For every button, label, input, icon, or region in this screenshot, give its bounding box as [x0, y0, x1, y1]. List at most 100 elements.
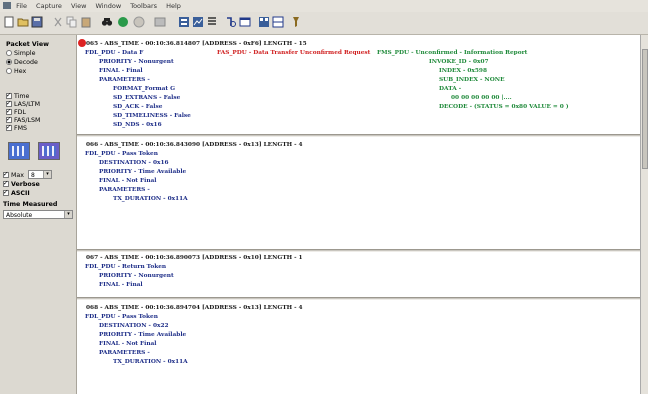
- verbose-label: Verbose: [11, 181, 40, 188]
- packet-065-extrans: SD_EXTRANS - False: [113, 95, 181, 101]
- mode-simple-label: Simple: [14, 50, 36, 57]
- window-icon[interactable]: [239, 16, 251, 28]
- graph-icon[interactable]: [192, 16, 204, 28]
- paste-icon[interactable]: [80, 16, 92, 28]
- max-label: Max: [11, 172, 25, 179]
- checkbox-ascii[interactable]: [3, 188, 9, 196]
- checkbox-verbose[interactable]: [3, 179, 9, 187]
- packet-065-timeliness: SD_TIMELINESS - False: [113, 113, 191, 119]
- menu-view[interactable]: View: [71, 2, 86, 10]
- radio-hex[interactable]: [6, 68, 12, 74]
- packet-065-bytes: 00 00 00 00 00 |....: [451, 95, 512, 101]
- find-icon[interactable]: [225, 16, 237, 28]
- packet-066-duration: TX_DURATION - 0x11A: [113, 196, 188, 202]
- packet-067-fdl[interactable]: FDL_PDU - Return Token: [85, 264, 166, 270]
- save-icon[interactable]: [31, 16, 43, 28]
- packet-066-final: FINAL - Not Final: [99, 178, 157, 184]
- packet-067-header[interactable]: 067 - ABS_TIME - 00:10:36.890073 [ADDRES…: [86, 255, 303, 261]
- grid-icon: [42, 146, 56, 156]
- max-spinner[interactable]: 8 ▾: [28, 170, 52, 179]
- menu-capture[interactable]: Capture: [36, 2, 62, 10]
- packet-065-header[interactable]: 065 - ABS_TIME - 00:10:36.814807 [ADDRES…: [86, 41, 307, 47]
- mode-decode-label: Decode: [14, 59, 38, 66]
- max-option[interactable]: Max: [3, 170, 25, 179]
- record-icon[interactable]: [117, 16, 129, 28]
- scrollbar-thumb[interactable]: [642, 49, 648, 169]
- max-value: 8: [31, 172, 35, 179]
- packet-068-fdl[interactable]: FDL_PDU - Pass Token: [85, 314, 158, 320]
- packet-066-params: PARAMETERS -: [99, 187, 150, 193]
- display-icon[interactable]: [154, 16, 166, 28]
- open-icon[interactable]: [17, 16, 29, 28]
- collapse-all-button[interactable]: [38, 142, 60, 160]
- packet-view-panel: Packet View Simple Decode Hex Time LAS/L…: [0, 35, 77, 394]
- packet-view-title: Packet View: [6, 41, 49, 48]
- mode-decode[interactable]: Decode: [6, 59, 38, 66]
- packet-067-final: FINAL - Final: [99, 282, 143, 288]
- chevron-down-icon[interactable]: ▾: [64, 211, 72, 218]
- packet-065-fas[interactable]: FAS_PDU - Data Transfer Unconfirmed Requ…: [217, 50, 370, 56]
- packet-065-index: INDEX - 0x598: [439, 68, 487, 74]
- checkbox-fms[interactable]: [6, 123, 12, 131]
- radio-decode[interactable]: [6, 59, 12, 65]
- packet-065-subindex: SUB_INDEX - NONE: [439, 77, 505, 83]
- copy-icon[interactable]: [66, 16, 78, 28]
- packet-decode-view: 065 - ABS_TIME - 00:10:36.814807 [ADDRES…: [77, 35, 640, 394]
- packet-068-header[interactable]: 068 - ABS_TIME - 00:10:36.894704 [ADDRES…: [86, 305, 303, 311]
- stop-icon[interactable]: [133, 16, 145, 28]
- menu-toolbars[interactable]: Toolbars: [130, 2, 157, 10]
- time-measured-value: Absolute: [6, 212, 33, 219]
- packet-065-final: FINAL - Final: [99, 68, 143, 74]
- radio-simple[interactable]: [6, 50, 12, 56]
- verbose-option[interactable]: Verbose: [3, 179, 40, 188]
- packet-065-params: PARAMETERS -: [99, 77, 150, 83]
- layer-fms[interactable]: FMS: [6, 123, 28, 132]
- menu-bar: File Capture View Window Toolbars Help: [0, 0, 648, 12]
- mode-hex-label: Hex: [14, 68, 27, 75]
- panes-icon[interactable]: [272, 16, 284, 28]
- packet-066-header[interactable]: 066 - ABS_TIME - 00:10:36.843090 [ADDRES…: [86, 142, 303, 148]
- list-icon[interactable]: [206, 16, 218, 28]
- packet-065-nds: SD_NDS - 0x16: [113, 122, 162, 128]
- packet-068-final: FINAL - Not Final: [99, 341, 157, 347]
- app-icon: [3, 2, 11, 9]
- packet-065-fms[interactable]: FMS_PDU - Unconfirmed - Information Repo…: [377, 50, 527, 56]
- packet-067-priority: PRIORITY - Nonurgent: [99, 273, 174, 279]
- packet-068-params: PARAMETERS -: [99, 350, 150, 356]
- new-icon[interactable]: [3, 16, 15, 28]
- mode-simple[interactable]: Simple: [6, 50, 36, 57]
- menu-help[interactable]: Help: [166, 2, 181, 10]
- layer-fas-lsm-label: FAS/LSM: [14, 117, 41, 124]
- time-measured-label: Time Measured: [3, 201, 58, 208]
- mode-hex[interactable]: Hex: [6, 68, 26, 75]
- packet-066-destination: DESTINATION - 0x16: [99, 160, 169, 166]
- toolbar: [0, 12, 648, 35]
- time-measured-select[interactable]: Absolute ▾: [3, 210, 73, 219]
- menu-window[interactable]: Window: [96, 2, 122, 10]
- packet-065-fdl[interactable]: FDL_PDU - Data F: [85, 50, 143, 56]
- packet-065-format: FORMAT_Format G: [113, 86, 176, 92]
- packet-065-invoke: INVOKE_ID - 0x07: [429, 59, 489, 65]
- ascii-label: ASCII: [11, 190, 30, 197]
- vertical-scrollbar[interactable]: [640, 35, 648, 394]
- packet-066-fdl[interactable]: FDL_PDU - Pass Token: [85, 151, 158, 157]
- layout-icon[interactable]: [258, 16, 270, 28]
- breakpoint-marker-icon: [78, 39, 86, 47]
- packet-068-destination: DESTINATION - 0x22: [99, 323, 169, 329]
- packet-065-decode: DECODE - (STATUS = 0x80 VALUE = 0 ): [439, 104, 569, 110]
- checkbox-max[interactable]: [3, 170, 9, 178]
- filter-icon[interactable]: [178, 16, 190, 28]
- packet-065-ack: SD_ACK - False: [113, 104, 163, 110]
- expand-all-button[interactable]: [8, 142, 30, 160]
- layer-fms-label: FMS: [14, 125, 28, 132]
- packet-066-priority: PRIORITY - Time Available: [99, 169, 187, 175]
- grid-icon: [12, 146, 26, 156]
- ascii-option[interactable]: ASCII: [3, 188, 30, 197]
- spinner-arrow-icon[interactable]: ▾: [43, 171, 51, 178]
- packet-068-duration: TX_DURATION - 0x11A: [113, 359, 188, 365]
- cut-icon[interactable]: [52, 16, 64, 28]
- menu-file[interactable]: File: [16, 2, 27, 10]
- binoculars-icon[interactable]: [101, 16, 113, 28]
- packet-068-priority: PRIORITY - Time Available: [99, 332, 187, 338]
- pin-icon[interactable]: [290, 16, 302, 28]
